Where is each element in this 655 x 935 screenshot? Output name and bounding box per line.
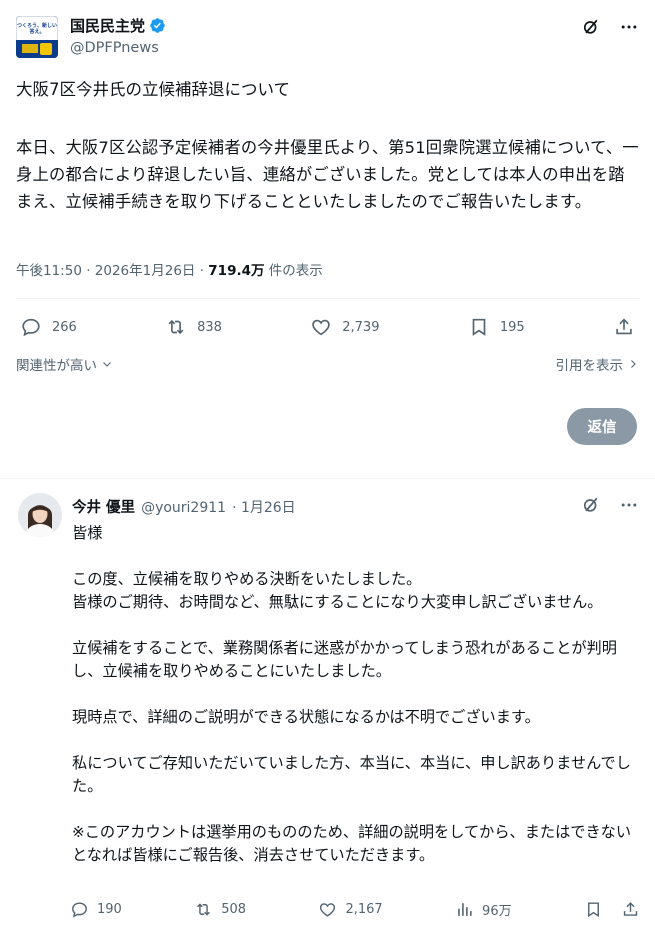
like-count: 2,739: [342, 319, 380, 335]
post-views-count: 719.4万: [208, 263, 265, 279]
reply-icon: [22, 318, 40, 337]
relevance-sort-label: 関連性が高い: [16, 358, 97, 374]
view-quotes-link[interactable]: 引用を表示: [556, 354, 640, 374]
avatar-slogan: つくろう、新しい答え。: [16, 16, 58, 40]
bookmark-icon[interactable]: [584, 900, 603, 919]
bookmark-count: 195: [499, 319, 525, 335]
party-avatar[interactable]: つくろう、新しい答え。: [16, 16, 58, 58]
heart-icon: [312, 319, 331, 336]
reply-action-bar: 190 508 2,167 96万: [70, 900, 640, 919]
post-author[interactable]: 国民民主党: [70, 15, 166, 36]
repost-icon: [197, 903, 211, 916]
bookmark-icon: [472, 318, 486, 336]
reply-author-handle[interactable]: @youri2911: [141, 500, 226, 516]
heart-icon: [320, 903, 336, 917]
chevron-down-icon: [103, 362, 111, 367]
post-top-actions: [581, 17, 639, 37]
views-count: 96万: [482, 904, 512, 919]
grok-icon[interactable]: [581, 495, 601, 515]
like-count: 2,167: [345, 902, 383, 917]
reply-author-name[interactable]: 今井 優里: [72, 496, 135, 517]
post-timestamp[interactable]: 午後11:50 · 2026年1月26日 ·: [16, 263, 208, 279]
post-meta: 午後11:50 · 2026年1月26日 · 719.4万 件の表示: [16, 261, 323, 281]
bookmark-action[interactable]: 195: [468, 316, 525, 338]
reply-button[interactable]: 返信: [567, 408, 637, 445]
post-title: 大阪7区今井氏の立候補辞退について: [16, 80, 291, 99]
verified-badge-icon: [150, 18, 165, 33]
post-author-handle[interactable]: @DPFPnews: [70, 40, 159, 56]
view-quotes-label: 引用を表示: [555, 358, 624, 374]
reply-top-actions: [581, 495, 639, 515]
reply-count: 190: [97, 902, 122, 917]
reply-paragraph: 立候補をすることで、業務関係者に迷惑がかかってしまう恐れがあることが判明し、立候…: [72, 639, 617, 680]
reply-paragraph: ※このアカウントは選挙用のもののため、詳細の説明をしてから、またはできないとなれ…: [72, 823, 632, 864]
divider: [0, 478, 655, 479]
reply-paragraph: この度、立候補を取りやめる決断をいたしました。 皆様のご期待、お時間など、無駄に…: [72, 570, 603, 611]
reply-body: 皆様 この度、立候補を取りやめる決断をいたしました。 皆様のご期待、お時間など、…: [72, 522, 642, 867]
divider: [16, 298, 639, 299]
repost-count: 508: [221, 902, 247, 917]
reply-date[interactable]: · 1月26日: [232, 497, 296, 517]
views-action[interactable]: 96万: [455, 900, 512, 919]
more-options-icon[interactable]: [619, 495, 639, 515]
post-body: 本日、大阪7区公認予定候補者の今井優里氏より、第51回衆院選立候補について、一身…: [16, 138, 639, 211]
post-views-label: 件の表示: [264, 263, 323, 279]
bookmark-share-group: [584, 900, 640, 919]
chevron-right-icon: [631, 360, 636, 368]
reply-header: 今井 優里 @youri2911 · 1月26日: [72, 496, 296, 517]
reply-action[interactable]: 190: [70, 900, 122, 919]
share-icon: [616, 318, 632, 335]
share-icon[interactable]: [621, 900, 640, 919]
reply-paragraph: 皆様: [72, 524, 103, 542]
post-author-name[interactable]: 国民民主党: [70, 15, 145, 36]
repost-action[interactable]: 838: [165, 316, 222, 338]
share-action[interactable]: [613, 316, 635, 338]
reply-action[interactable]: 266: [20, 316, 77, 338]
grok-icon[interactable]: [581, 17, 601, 37]
reply-paragraph: 私についてご存知いただいていました方、本当に、本当に、申し訳ありませんでした。: [72, 754, 631, 795]
reply-paragraph: 現時点で、詳細のご説明ができる状態になるかは不明でございます。: [72, 708, 540, 726]
person-avatar-icon: [18, 493, 62, 537]
like-action[interactable]: 2,739: [310, 316, 380, 338]
relevance-sort[interactable]: 関連性が高い: [16, 354, 113, 374]
reply-count: 266: [52, 319, 77, 335]
views-chart-icon: [458, 903, 472, 916]
post-action-bar: 266 838 2,739 195: [20, 316, 635, 338]
repost-action[interactable]: 508: [194, 900, 246, 919]
repost-count: 838: [197, 319, 222, 335]
like-action[interactable]: 2,167: [318, 900, 383, 919]
reply-author-avatar[interactable]: [18, 493, 62, 537]
repost-icon: [168, 319, 184, 335]
more-options-icon[interactable]: [619, 17, 639, 37]
reply-icon: [72, 902, 87, 918]
reply-sort-row: 関連性が高い 引用を表示: [16, 354, 639, 374]
